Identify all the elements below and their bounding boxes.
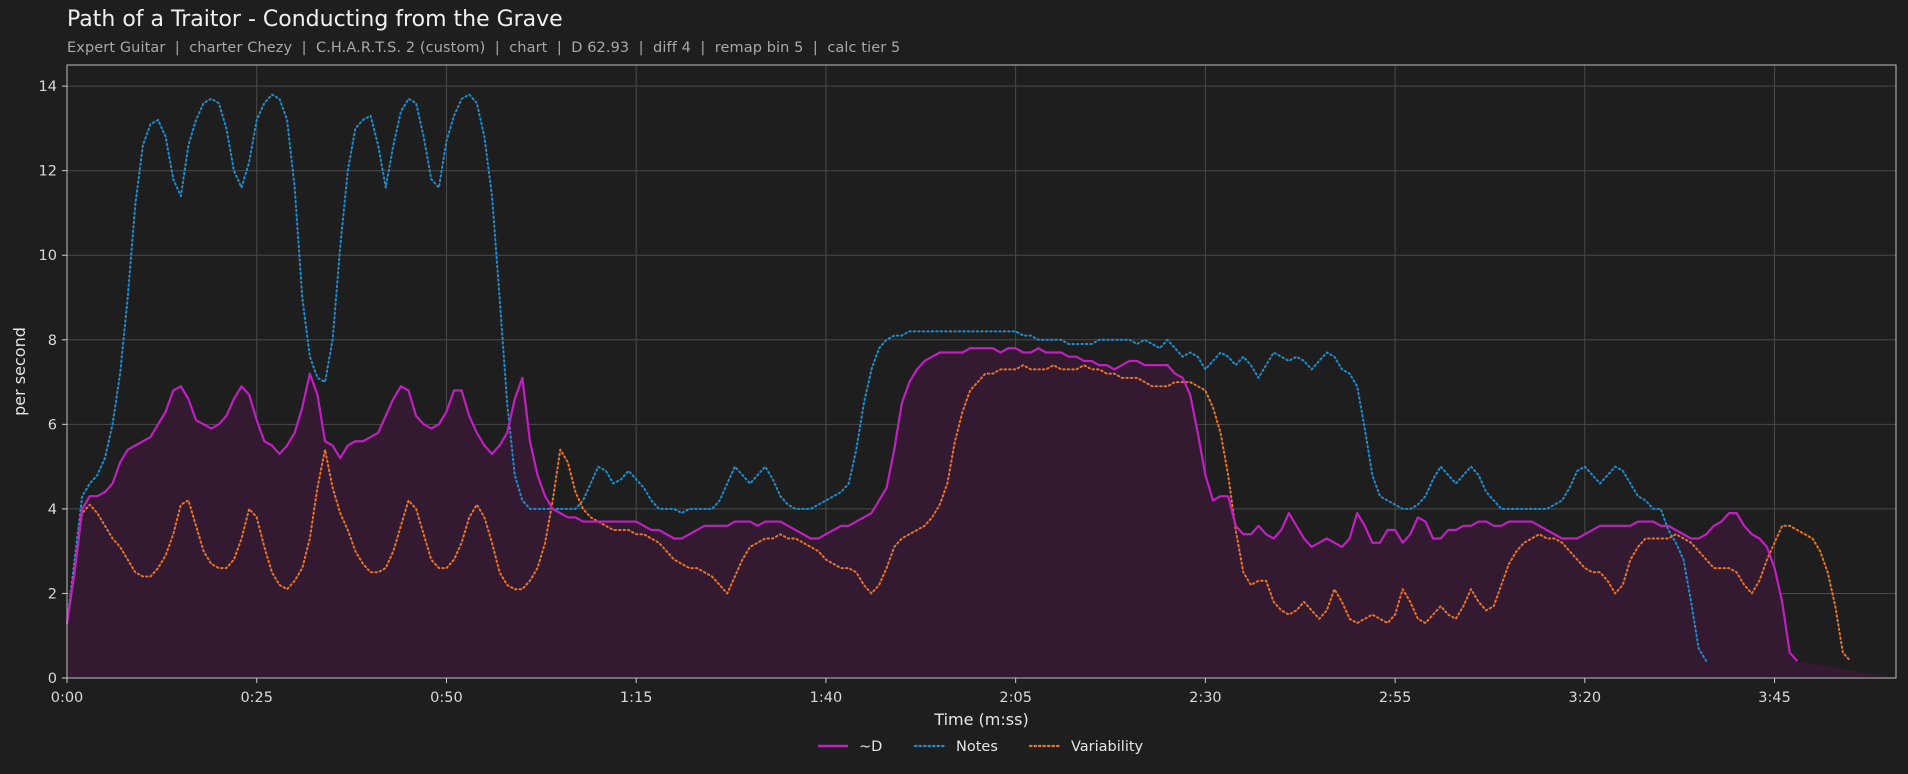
legend: ~D Notes Variability (818, 739, 1144, 755)
series-d-area (67, 348, 1896, 678)
x-tick-label: 2:05 (999, 690, 1032, 706)
x-tick-label: 0:25 (240, 690, 273, 706)
y-axis: 0 2 4 6 8 10 12 14 (39, 79, 67, 687)
x-axis: 0:00 0:25 0:50 1:15 1:40 2:05 2:30 2:55 3:20 3:45 (51, 678, 1791, 706)
chart: 0:00 0:25 0:50 1:15 1:40 2:05 2:30 2:55 3:20 3:45… (10, 64, 1897, 755)
legend-label: Variability (1071, 739, 1144, 755)
x-tick-label: 0:00 (51, 690, 84, 706)
y-tick-label: 4 (48, 502, 57, 518)
x-tick-label: 2:55 (1379, 690, 1412, 706)
y-tick-label: 6 (48, 417, 57, 433)
y-tick-label: 0 (48, 671, 57, 687)
y-tick-label: 10 (39, 248, 57, 264)
x-tick-label: 1:15 (620, 690, 653, 706)
y-tick-label: 12 (39, 164, 57, 180)
x-tick-label: 1:40 (810, 690, 843, 706)
y-tick-label: 8 (48, 333, 57, 349)
x-tick-label: 2:30 (1189, 690, 1222, 706)
x-tick-label: 3:45 (1758, 690, 1791, 706)
x-tick-label: 0:50 (430, 690, 463, 706)
series-area (67, 348, 1896, 678)
x-axis-label: Time (m:ss) (933, 710, 1028, 729)
y-tick-label: 14 (39, 79, 57, 95)
x-tick-label: 3:20 (1569, 690, 1602, 706)
y-tick-label: 2 (48, 586, 57, 602)
legend-label: Notes (956, 739, 998, 755)
legend-label: ~D (859, 739, 882, 755)
y-axis-label: per second (10, 327, 29, 416)
